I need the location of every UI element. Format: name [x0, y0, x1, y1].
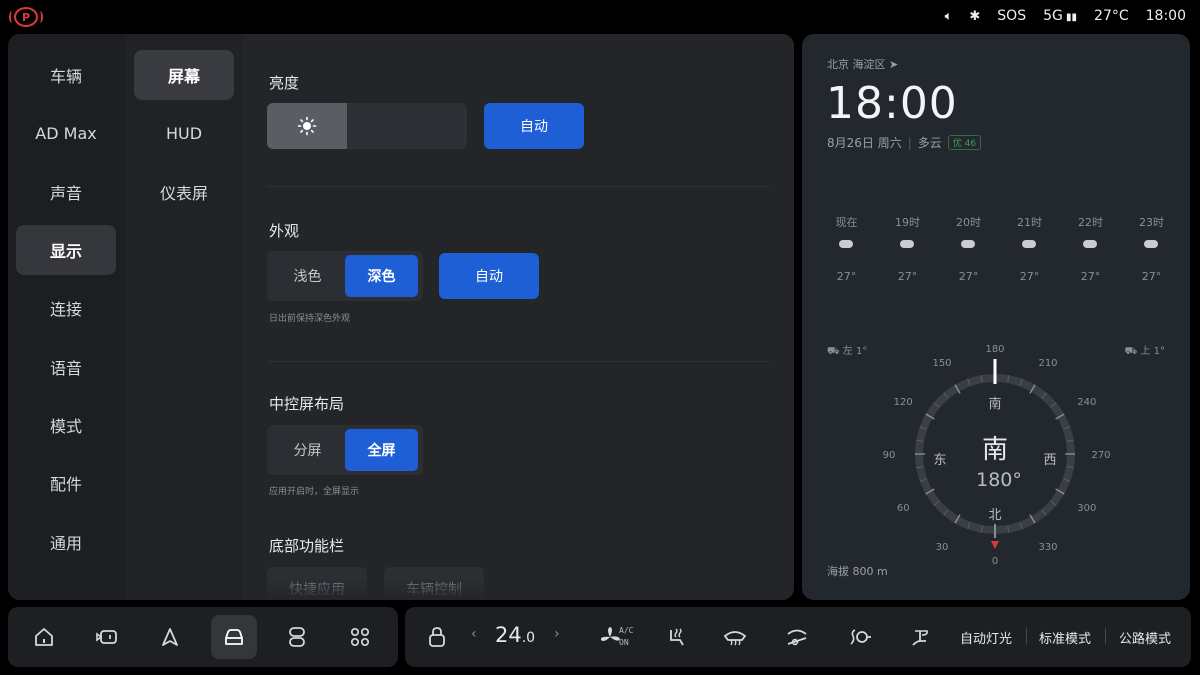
scroll-fade: [242, 578, 794, 600]
compass-degree-label: 210: [1038, 358, 1057, 369]
compass-degree-label: 270: [1091, 450, 1110, 461]
secondary-nav: 屏幕 HUD 仪表屏: [125, 34, 242, 600]
home-icon[interactable]: [21, 615, 67, 659]
compass-degrees: 180°: [976, 469, 1022, 491]
auto-lights-button[interactable]: 自动灯光: [960, 628, 1012, 647]
clock: 18:00: [1145, 8, 1186, 24]
compass-degree-label: 180: [985, 344, 1004, 355]
divider: [1026, 628, 1027, 644]
compass-degree-label: 150: [932, 358, 951, 369]
compass-degree-label: 60: [897, 503, 910, 514]
nav-item-voice[interactable]: 语音: [16, 342, 116, 392]
vehicle-control-icon[interactable]: [274, 615, 320, 659]
brightness-fill: [267, 103, 347, 149]
layout-hint: 应用开启时，全屏显示: [269, 487, 360, 497]
compass-pointer: [991, 541, 999, 549]
sun-icon: [297, 116, 317, 136]
app-dock: [8, 607, 398, 667]
nav-item-mode[interactable]: 模式: [16, 400, 116, 450]
subnav-item-screen[interactable]: 屏幕: [134, 50, 234, 100]
volume-icon[interactable]: 🔈︎: [945, 9, 953, 24]
compass-right-label: 西: [1043, 453, 1056, 468]
car-icon[interactable]: [211, 615, 257, 659]
nav-item-general[interactable]: 通用: [16, 517, 116, 567]
compass-degree-label: 30: [936, 542, 949, 553]
compass-degree-label: 300: [1077, 503, 1096, 514]
layout-full-option[interactable]: 全屏: [345, 429, 418, 471]
divider: [267, 361, 769, 362]
brightness-slider[interactable]: [267, 103, 467, 149]
compass-degree-label: 240: [1077, 397, 1096, 408]
status-indicators: 🔈︎ ✱ SOS 5G ▮▮ 27°C 18:00: [945, 8, 1186, 24]
compass-degree-label: 0: [992, 556, 998, 567]
appearance-dark-option[interactable]: 深色: [345, 255, 418, 297]
appearance-light-option[interactable]: 浅色: [271, 255, 344, 297]
temp-increase-button[interactable]: ›: [554, 626, 560, 642]
nav-item-connection[interactable]: 连接: [16, 283, 116, 333]
wiper-icon[interactable]: [774, 615, 820, 659]
front-defrost-icon[interactable]: [712, 615, 758, 659]
temp-decrease-button[interactable]: ‹: [471, 626, 477, 642]
divider: [267, 186, 769, 187]
brightness-title: 亮度: [269, 74, 300, 92]
settings-panel: 车辆 AD Max 声音 显示 连接 语音 模式 配件 通用 屏幕 HUD 仪表…: [8, 34, 794, 600]
steering-heat-icon[interactable]: [837, 615, 883, 659]
mirror-icon[interactable]: [84, 615, 130, 659]
nav-item-vehicle[interactable]: 车辆: [16, 50, 116, 100]
lock-icon[interactable]: [414, 615, 460, 659]
network-indicator: 5G ▮▮: [1043, 8, 1078, 24]
layout-title: 中控屏布局: [269, 395, 345, 413]
primary-nav: 车辆 AD Max 声音 显示 连接 语音 模式 配件 通用: [8, 34, 125, 600]
seat-heat-icon[interactable]: [653, 615, 699, 659]
nav-item-ad-max[interactable]: AD Max: [16, 108, 116, 158]
display-settings-content: 亮度 自动 外观 浅色 深色 自动 日出前保持深色外观 中控屏布局 分屏 全屏 …: [242, 34, 794, 600]
divider: [1105, 628, 1106, 644]
altitude-readout: 海拔 800 m: [827, 565, 888, 578]
compass-degree-label: 90: [883, 450, 896, 461]
outside-temperature: 27°C: [1094, 8, 1129, 24]
seat-ventilation-icon[interactable]: [897, 615, 943, 659]
standard-mode-button[interactable]: 标准模式: [1039, 628, 1091, 647]
bluetooth-icon[interactable]: ✱: [969, 9, 980, 24]
nav-item-display[interactable]: 显示: [16, 225, 116, 275]
nav-item-sound[interactable]: 声音: [16, 167, 116, 217]
sos-label[interactable]: SOS: [997, 8, 1026, 24]
layout-split-option[interactable]: 分屏: [271, 429, 344, 471]
compass: 180 210 240 270 300 330 0 30 60 90 120 150 南 180° 南…: [883, 344, 1111, 567]
brightness-auto-button[interactable]: 自动: [484, 103, 584, 149]
status-bar: P 🔈︎ ✱ SOS 5G ▮▮ 27°C 18:00: [0, 0, 1200, 34]
nav-item-accessories[interactable]: 配件: [16, 458, 116, 508]
compass-heading: 南: [982, 435, 1008, 465]
compass-bottom-label: 北: [988, 508, 1001, 523]
compass-top-label: 南: [988, 396, 1001, 412]
climate-dock: ‹ 24.0 › A/C ON 自动灯光 标准模式 公路模式: [405, 607, 1191, 667]
layout-segmented-control: 分屏 全屏: [267, 425, 423, 475]
compass-degree-label: 120: [894, 397, 913, 408]
navigation-icon[interactable]: [147, 615, 193, 659]
weather-compass-panel[interactable]: 北京 海淀区 ➤ 18:00 8月26日 周六 | 多云 优 46 现在 27° …: [802, 34, 1190, 600]
compass-degree-label: 330: [1038, 542, 1057, 553]
appearance-segmented-control: 浅色 深色: [267, 251, 423, 301]
apps-icon[interactable]: [337, 615, 383, 659]
subnav-item-hud[interactable]: HUD: [134, 108, 234, 158]
subnav-item-cluster[interactable]: 仪表屏: [134, 167, 234, 217]
cabin-temperature: 24.0: [495, 623, 536, 647]
appearance-hint: 日出前保持深色外观: [269, 314, 351, 324]
compass-left-label: 东: [933, 453, 946, 468]
appearance-title: 外观: [269, 222, 300, 240]
bottom-bar-title: 底部功能栏: [269, 537, 345, 555]
road-mode-button[interactable]: 公路模式: [1119, 628, 1171, 647]
park-brake-icon: P: [9, 7, 43, 27]
appearance-auto-button[interactable]: 自动: [439, 253, 539, 299]
fan-icon[interactable]: A/C ON: [581, 615, 641, 659]
